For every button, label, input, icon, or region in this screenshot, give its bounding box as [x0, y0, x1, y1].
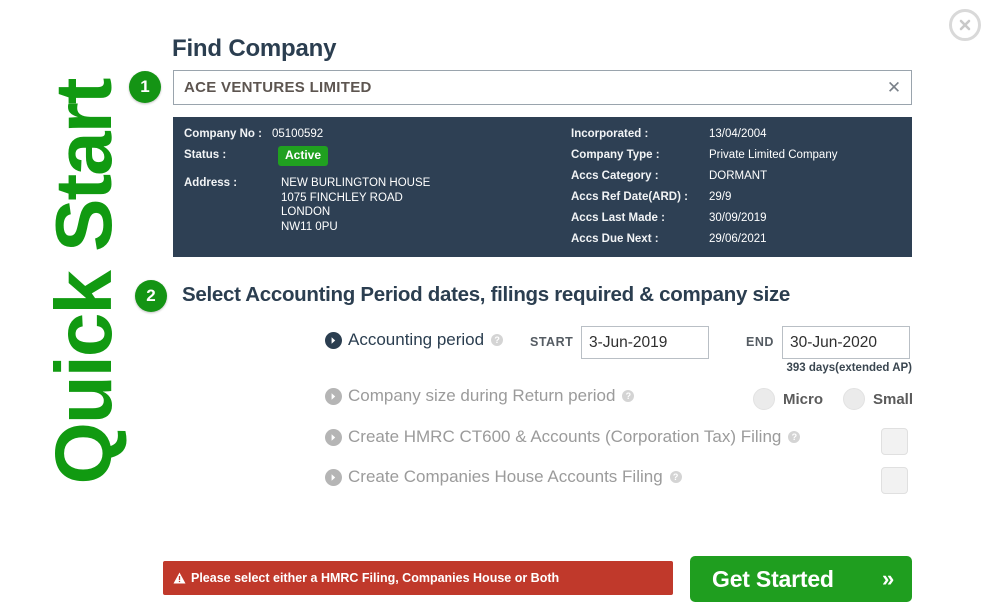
address-value: NEW BURLINGTON HOUSE 1075 FINCHLEY ROAD …: [272, 176, 430, 234]
checkbox-hmrc-filing[interactable]: [881, 428, 908, 455]
help-icon[interactable]: ?: [788, 431, 801, 443]
error-text: Please select either a HMRC Filing, Comp…: [191, 571, 560, 585]
detail-value: 30/09/2019: [709, 212, 767, 224]
detail-row-address: Address : NEW BURLINGTON HOUSE 1075 FINC…: [184, 176, 554, 234]
detail-value: 29/06/2021: [709, 233, 767, 245]
start-date-label: START: [530, 335, 574, 349]
quick-start-dialog: Quick Start Find Company 1 ✕ Company No …: [0, 0, 990, 614]
detail-row-accs-due-next: Accs Due Next : 29/06/2021: [571, 232, 901, 247]
checkbox-companies-house-filing[interactable]: [881, 467, 908, 494]
end-date-label: END: [746, 335, 774, 349]
row-label: Create HMRC CT600 & Accounts (Corporatio…: [348, 427, 782, 446]
step-1-badge: 1: [129, 71, 161, 103]
close-icon[interactable]: [949, 9, 981, 41]
detail-value: Private Limited Company: [709, 149, 838, 161]
detail-label: Status :: [184, 149, 227, 161]
address-line: NW11 0PU: [281, 220, 338, 233]
address-line: 1075 FINCHLEY ROAD: [281, 191, 403, 204]
detail-row-company-no: Company No : 05100592: [184, 127, 554, 142]
detail-label: Incorporated :: [571, 128, 649, 140]
company-details-right-column: Incorporated : 13/04/2004 Company Type :…: [571, 127, 901, 253]
detail-label: Accs Last Made :: [571, 212, 665, 224]
chevron-right-icon: [325, 428, 342, 446]
detail-row-accs-ref-date: Accs Ref Date(ARD) : 29/9: [571, 190, 901, 205]
radio-label: Micro: [783, 390, 824, 408]
detail-value: 29/9: [709, 191, 732, 203]
detail-row-status: Status : Active: [184, 146, 554, 168]
row-label: Company size during Return period: [348, 386, 616, 405]
row-hmrc-filing[interactable]: Create HMRC CT600 & Accounts (Corporatio…: [325, 427, 801, 447]
radio-option-micro[interactable]: Micro: [753, 388, 823, 410]
address-line: LONDON: [281, 206, 331, 218]
detail-label: Accs Due Next :: [571, 233, 659, 245]
chevron-right-icon: [325, 387, 342, 405]
radio-circle-icon[interactable]: [753, 388, 775, 410]
detail-value: 13/04/2004: [709, 128, 767, 140]
row-label: Create Companies House Accounts Filing: [348, 467, 663, 486]
status-badge: Active: [278, 146, 329, 166]
detail-row-incorporated: Incorporated : 13/04/2004: [571, 127, 901, 142]
detail-row-company-type: Company Type : Private Limited Company: [571, 148, 901, 163]
search-input[interactable]: [174, 79, 877, 96]
radio-circle-icon[interactable]: [843, 388, 865, 410]
clear-x-icon[interactable]: ✕: [877, 71, 911, 104]
detail-value: 05100592: [272, 128, 324, 140]
detail-label: Company No :: [184, 128, 262, 140]
chevron-right-icon: [325, 468, 342, 486]
help-icon[interactable]: ?: [622, 390, 635, 402]
detail-label: Address :: [184, 177, 238, 189]
company-search-field[interactable]: ✕: [173, 70, 912, 105]
detail-row-accs-category: Accs Category : DORMANT: [571, 169, 901, 184]
detail-label: Accs Ref Date(ARD) :: [571, 191, 688, 203]
radio-option-small[interactable]: Small: [843, 388, 913, 410]
get-started-label: Get Started: [712, 565, 834, 592]
radio-label: Small: [873, 390, 914, 408]
detail-label: Accs Category :: [571, 170, 659, 182]
detail-value: DORMANT: [709, 170, 768, 182]
row-companies-house-filing[interactable]: Create Companies House Accounts Filing ?: [325, 467, 682, 487]
section-2-title: Select Accounting Period dates, filings …: [182, 283, 791, 306]
warning-triangle-icon: [173, 572, 186, 584]
row-company-size[interactable]: Company size during Return period ?: [325, 386, 635, 406]
double-chevron-right-icon: »: [881, 566, 894, 591]
row-label: Accounting period: [348, 330, 485, 349]
company-details-panel: Company No : 05100592 Status : Active Ad…: [173, 117, 912, 257]
chevron-right-icon: [325, 331, 342, 349]
accounting-period-days-note: 393 days(extended AP): [786, 362, 912, 374]
detail-label: Company Type :: [571, 149, 660, 161]
detail-row-accs-last-made: Accs Last Made : 30/09/2019: [571, 211, 901, 226]
start-date-input[interactable]: [581, 326, 709, 359]
quick-start-label: Quick Start: [39, 79, 128, 485]
validation-error-message: Please select either a HMRC Filing, Comp…: [163, 561, 673, 595]
get-started-button[interactable]: Get Started »: [690, 556, 912, 602]
address-line: NEW BURLINGTON HOUSE: [281, 177, 431, 189]
help-icon[interactable]: ?: [669, 471, 682, 483]
end-date-input[interactable]: [782, 326, 910, 359]
page-title: Find Company: [172, 35, 337, 62]
row-accounting-period[interactable]: Accounting period ?: [325, 330, 504, 350]
step-2-badge: 2: [135, 280, 167, 312]
help-icon[interactable]: ?: [491, 334, 504, 346]
company-details-left-column: Company No : 05100592 Status : Active Ad…: [184, 127, 554, 240]
